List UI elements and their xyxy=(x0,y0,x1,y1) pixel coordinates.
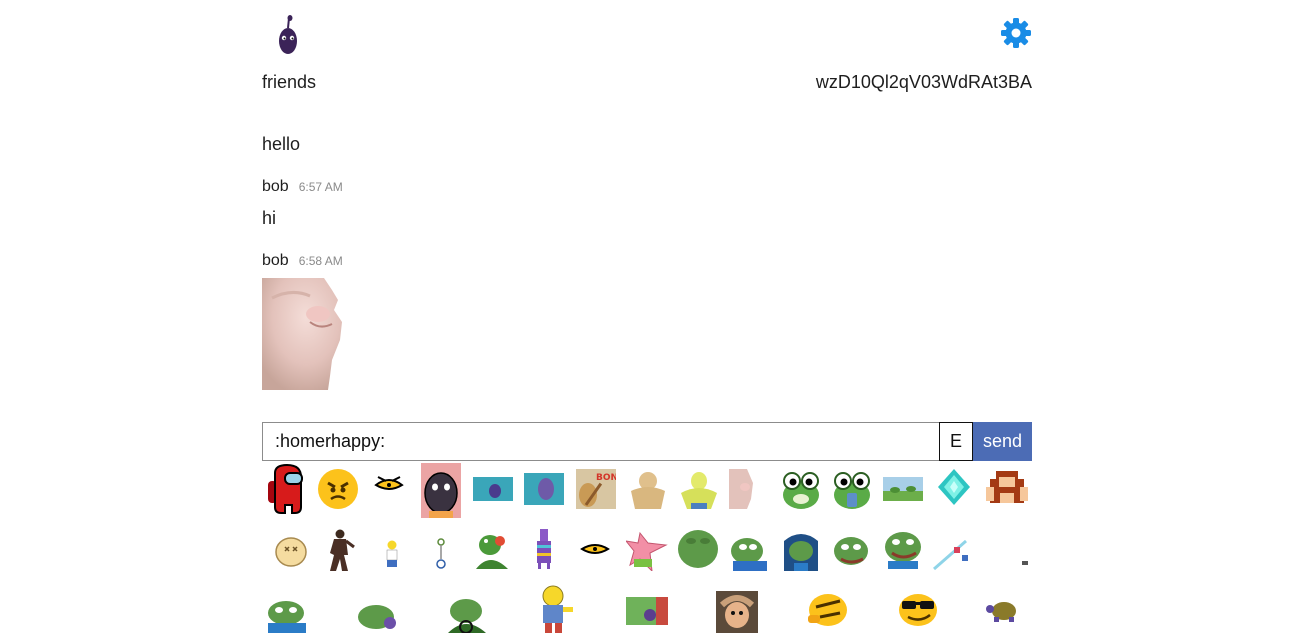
key-figure-emoji[interactable] xyxy=(434,537,448,569)
teal-blob-small-emoji[interactable] xyxy=(473,477,513,501)
cool-shades-emoji[interactable] xyxy=(896,593,938,627)
slit-eye-emoji[interactable] xyxy=(374,473,404,493)
patrick-point-emoji[interactable] xyxy=(626,529,668,571)
cat-image xyxy=(262,278,342,390)
eye-emote-emoji[interactable] xyxy=(580,541,610,557)
toad-emoji[interactable] xyxy=(716,591,758,633)
thinking-smirk-emoji[interactable] xyxy=(806,593,848,627)
scene-blob-emoji[interactable] xyxy=(626,597,668,625)
channel-name: friends xyxy=(262,72,317,92)
bonk-doge-emoji[interactable]: BONK xyxy=(576,469,616,509)
homer-small-emoji[interactable] xyxy=(384,540,400,568)
emoji-picker-grid: BONK xyxy=(262,463,1032,637)
message-list: hello bob 6:57 AM hi bob 6:58 AM xyxy=(262,132,1032,395)
pepe-cry-emoji[interactable] xyxy=(729,533,771,571)
message-author: bob xyxy=(262,252,289,269)
dancer-emoji[interactable] xyxy=(324,529,356,573)
message: bob 6:57 AM hi xyxy=(262,178,1032,230)
pepe-drive-emoji[interactable] xyxy=(446,597,488,633)
pepe-peek-emoji[interactable] xyxy=(356,601,398,633)
message-text: hello xyxy=(262,134,301,154)
purple-blob-emoji[interactable] xyxy=(421,463,461,518)
message-header: bob 6:57 AM xyxy=(262,178,1032,198)
message: hello xyxy=(262,132,1032,156)
frog-sip-emoji[interactable] xyxy=(831,469,873,511)
emoji-picker-button[interactable]: E xyxy=(939,422,973,461)
pepe-hoodie-emoji[interactable] xyxy=(780,529,822,571)
llama-pinata-emoji[interactable] xyxy=(536,529,552,569)
message-time: 6:57 AM xyxy=(298,180,343,194)
message-author: bob xyxy=(262,178,289,195)
among-us-emoji[interactable] xyxy=(265,463,307,515)
top-bar xyxy=(262,14,1032,56)
donkey-kong-emoji[interactable] xyxy=(986,469,1028,507)
potato-face-emoji[interactable] xyxy=(275,537,307,567)
teal-blob-emoji[interactable] xyxy=(524,473,564,505)
svg-text:BONK: BONK xyxy=(596,473,616,483)
pikmin-logo-icon xyxy=(279,15,297,54)
diamond-emoji[interactable] xyxy=(938,469,970,505)
turtle-emoji[interactable] xyxy=(986,597,1022,623)
message-header: bob 6:58 AM xyxy=(262,252,1032,272)
message: bob 6:58 AM xyxy=(262,252,1032,395)
kermit-tea-emoji[interactable] xyxy=(472,531,514,569)
message-text: hi xyxy=(262,208,277,228)
yellow-buff-emoji[interactable] xyxy=(678,469,720,511)
pepe-happy-emoji[interactable] xyxy=(882,529,924,569)
buff-doge-emoji[interactable] xyxy=(627,469,669,511)
settings-gear-icon[interactable] xyxy=(1000,17,1032,49)
angry-face-emoji[interactable] xyxy=(317,468,359,510)
channel-header: friends wzD10Ql2qV03WdRAt3BA xyxy=(262,72,1032,96)
tiny-dot-emoji[interactable] xyxy=(1022,561,1028,565)
sword-pixel-emoji[interactable] xyxy=(932,537,974,571)
pepe-sad-emoji[interactable] xyxy=(266,599,308,633)
room-id: wzD10Ql2qV03WdRAt3BA xyxy=(815,72,1032,92)
cat-sniff-emoji[interactable] xyxy=(729,469,753,509)
frog-cute-emoji[interactable] xyxy=(780,469,822,511)
pepe-smile-emoji[interactable] xyxy=(831,533,873,571)
chat-column: friends wzD10Ql2qV03WdRAt3BA hello bob 6… xyxy=(262,0,1032,637)
send-button[interactable]: send xyxy=(973,422,1032,461)
message-time: 6:58 AM xyxy=(298,254,343,268)
frog-field-emoji[interactable] xyxy=(883,477,923,501)
pepe-blob-emoji[interactable] xyxy=(677,529,719,569)
message-composer: E send xyxy=(262,422,1032,461)
message-input[interactable] xyxy=(262,422,940,461)
ralph-emoji[interactable] xyxy=(535,585,577,633)
